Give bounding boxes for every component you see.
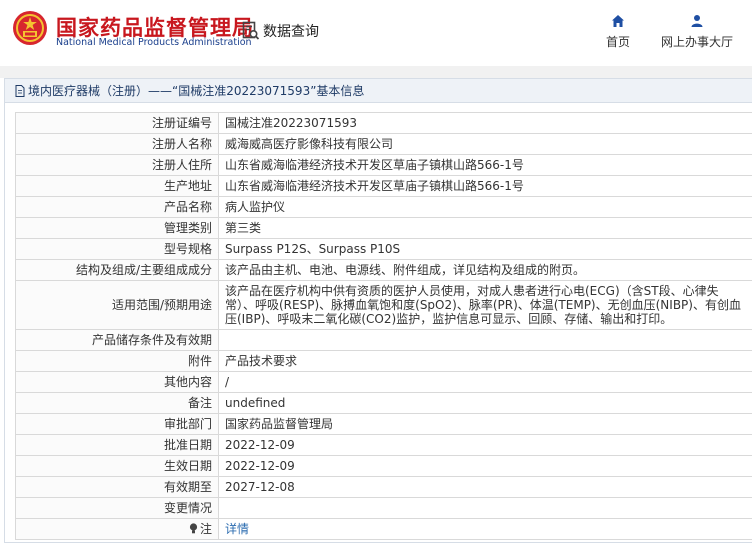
field-value: 2022-12-09 <box>218 434 752 456</box>
nav-online-office-label: 网上办事大厅 <box>660 35 733 49</box>
table-row: 注册人名称 威海威高医疗影像科技有限公司 <box>15 133 752 155</box>
field-label: 生产地址 <box>15 175 219 197</box>
table-row: 产品名称 病人监护仪 <box>15 196 752 218</box>
field-value: 2022-12-09 <box>218 455 752 477</box>
nav-home-label: 首页 <box>605 35 630 49</box>
field-value: 国械注准20223071593 <box>218 112 752 134</box>
field-label: 生效日期 <box>15 455 219 477</box>
registration-info-table: 注册证编号 国械注准20223071593 注册人名称 威海威高医疗影像科技有限公司… <box>15 112 752 540</box>
nav-online-office[interactable]: 网上办事大厅 <box>655 14 739 50</box>
field-value: 详情 <box>218 518 752 540</box>
field-value: 国家药品监督管理局 <box>218 413 752 435</box>
field-label: 批准日期 <box>15 434 219 456</box>
panel-title-text: 境内医疗器械（注册）——“国械注准20223071593”基本信息 <box>28 84 365 98</box>
table-row: 审批部门 国家药品监督管理局 <box>15 413 752 435</box>
document-search-icon <box>242 21 260 40</box>
brand-subtitle: National Medical Products Administration <box>56 37 252 48</box>
table-row: 管理类别 第三类 <box>15 217 752 239</box>
lightbulb-icon <box>189 523 198 534</box>
field-value: 威海威高医疗影像科技有限公司 <box>218 133 752 155</box>
header-separator <box>0 66 752 78</box>
table-row: 结构及组成/主要组成成分 该产品由主机、电池、电源线、附件组成，详见结构及组成的附… <box>15 259 752 281</box>
table-row: 有效期至 2027-12-08 <box>15 476 752 498</box>
field-value: 该产品在医疗机构中供有资质的医护人员使用，对成人患者进行心电(ECG)（含ST段… <box>218 280 752 330</box>
site-header: 国家药品监督管理局 National Medical Products Admi… <box>0 0 752 66</box>
field-value: 病人监护仪 <box>218 196 752 218</box>
data-query-link[interactable]: 数据查询 <box>242 20 319 42</box>
field-label: 注册证编号 <box>15 112 219 134</box>
field-value: 第三类 <box>218 217 752 239</box>
national-emblem-icon <box>13 11 47 45</box>
field-label: 注册人名称 <box>15 133 219 155</box>
document-icon <box>15 84 25 97</box>
field-label: 适用范围/预期用途 <box>15 280 219 330</box>
note-label: 注 <box>199 522 212 536</box>
field-value: 山东省威海临港经济技术开发区草庙子镇棋山路566-1号 <box>218 175 752 197</box>
table-row: 产品储存条件及有效期 <box>15 329 752 351</box>
field-label: 审批部门 <box>15 413 219 435</box>
table-row: 生产地址 山东省威海临港经济技术开发区草庙子镇棋山路566-1号 <box>15 175 752 197</box>
table-row: 注册证编号 国械注准20223071593 <box>15 112 752 134</box>
table-row: 生效日期 2022-12-09 <box>15 455 752 477</box>
table-row: 注 详情 <box>15 518 752 540</box>
field-value: 2027-12-08 <box>218 476 752 498</box>
nav-home[interactable]: 首页 <box>598 14 638 50</box>
field-label: 型号规格 <box>15 238 219 260</box>
field-label: 备注 <box>15 392 219 414</box>
field-label: 变更情况 <box>15 497 219 519</box>
home-icon <box>612 15 624 27</box>
user-icon <box>691 15 703 27</box>
field-value: undefined <box>218 392 752 414</box>
table-row: 型号规格 Surpass P12S、Surpass P10S <box>15 238 752 260</box>
table-row: 备注 undefined <box>15 392 752 414</box>
field-label: 附件 <box>15 350 219 372</box>
table-row: 适用范围/预期用途 该产品在医疗机构中供有资质的医护人员使用，对成人患者进行心电(… <box>15 280 752 330</box>
table-row: 变更情况 <box>15 497 752 519</box>
field-value: / <box>218 371 752 393</box>
field-label: 产品储存条件及有效期 <box>15 329 219 351</box>
field-value <box>218 497 752 519</box>
details-link[interactable]: 详情 <box>225 522 249 536</box>
panel-title: 境内医疗器械（注册）——“国械注准20223071593”基本信息 <box>5 79 752 103</box>
field-value <box>218 329 752 351</box>
field-label: 有效期至 <box>15 476 219 498</box>
field-label: 管理类别 <box>15 217 219 239</box>
table-row: 注册人住所 山东省威海临港经济技术开发区草庙子镇棋山路566-1号 <box>15 154 752 176</box>
table-row: 其他内容 / <box>15 371 752 393</box>
field-label: 注 <box>15 518 219 540</box>
field-value: Surpass P12S、Surpass P10S <box>218 238 752 260</box>
field-value: 该产品由主机、电池、电源线、附件组成，详见结构及组成的附页。 <box>218 259 752 281</box>
field-label: 结构及组成/主要组成成分 <box>15 259 219 281</box>
field-value: 产品技术要求 <box>218 350 752 372</box>
table-row: 附件 产品技术要求 <box>15 350 752 372</box>
field-value: 山东省威海临港经济技术开发区草庙子镇棋山路566-1号 <box>218 154 752 176</box>
data-query-label: 数据查询 <box>263 24 319 40</box>
field-label: 注册人住所 <box>15 154 219 176</box>
detail-panel: 境内医疗器械（注册）——“国械注准20223071593”基本信息 注册证编号国… <box>4 78 752 543</box>
field-label: 其他内容 <box>15 371 219 393</box>
table-row: 批准日期 2022-12-09 <box>15 434 752 456</box>
field-label: 产品名称 <box>15 196 219 218</box>
